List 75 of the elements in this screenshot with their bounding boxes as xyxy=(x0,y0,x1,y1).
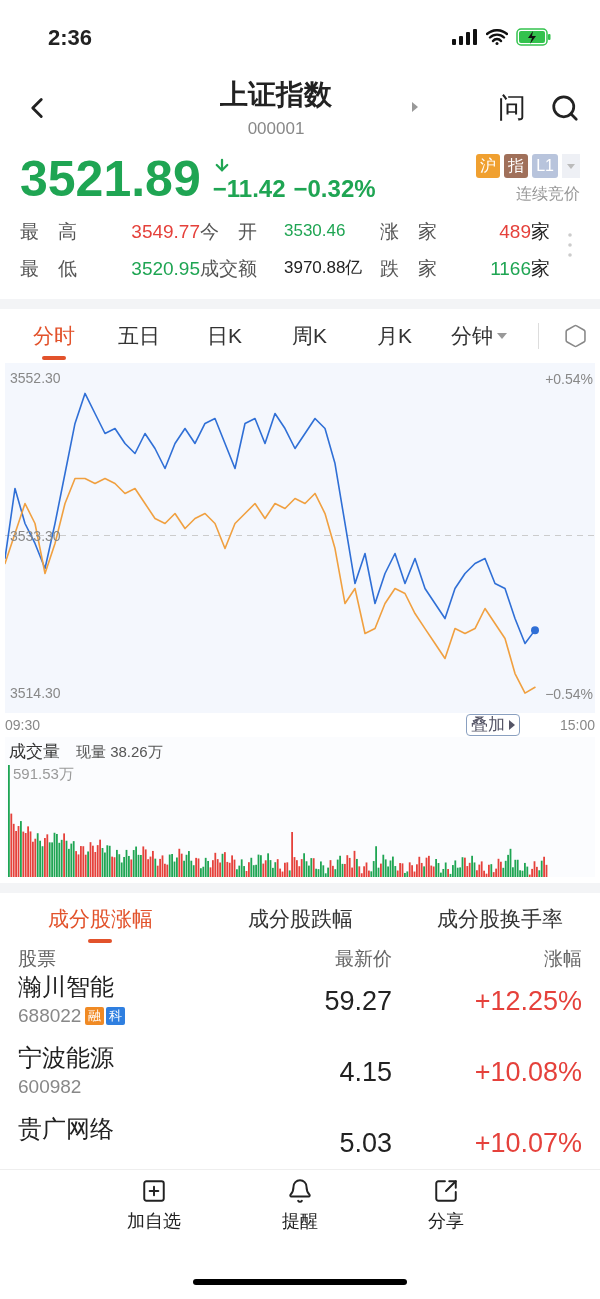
volume-title: 成交量 xyxy=(9,741,60,763)
stock-name[interactable]: 瀚川智能 xyxy=(18,971,252,1002)
stat-value: 3549.77 xyxy=(131,220,200,244)
bottom-bar-label[interactable]: 分享 xyxy=(428,1208,464,1235)
price-change: −11.42 xyxy=(212,174,286,204)
change-percent: +10.08% xyxy=(473,1055,582,1089)
stat-value: 3530.46 xyxy=(284,220,346,242)
column-header: 股票 xyxy=(18,947,57,971)
market-tag: 沪 xyxy=(476,154,501,178)
stat-unit: 家 xyxy=(531,256,550,281)
index-code: 000001 xyxy=(247,118,305,141)
max-volume-label: 591.53万 xyxy=(13,764,74,784)
period-tab[interactable]: 月K xyxy=(351,309,437,363)
stat-value: 3520.95 xyxy=(131,256,200,281)
period-tab[interactable]: 分钟 xyxy=(436,309,522,363)
current-price: 3521.89 xyxy=(20,154,201,204)
next-arrow-icon[interactable] xyxy=(412,102,418,112)
stat-label: 今 开 xyxy=(200,220,258,244)
stat-label: 成交额 xyxy=(200,256,258,281)
percent-axis-label: +0.54% xyxy=(545,370,593,389)
current-point xyxy=(531,626,539,635)
stat-value: 489 xyxy=(499,220,531,244)
stock-tag: 科 xyxy=(106,1006,126,1025)
stat-label: 最 低 xyxy=(20,256,78,281)
stock-code: 600982 xyxy=(18,1074,82,1099)
stat-unit: 家 xyxy=(531,220,550,244)
period-tab[interactable]: 五日 xyxy=(97,309,182,363)
battery-charging-icon xyxy=(516,28,552,46)
y-axis-label: 3552.30 xyxy=(9,368,62,387)
latest-price: 4.15 xyxy=(338,1055,392,1089)
change-percent: +12.25% xyxy=(473,984,582,1018)
signal-icon xyxy=(452,29,478,45)
bottom-bar-label[interactable]: 加自选 xyxy=(127,1208,181,1235)
end-time: 15:00 xyxy=(559,715,595,735)
share-icon[interactable] xyxy=(433,1178,459,1204)
list-tab[interactable]: 成分股跌幅 xyxy=(200,893,400,945)
list-tab[interactable]: 成分股换手率 xyxy=(400,893,600,945)
stock-code: 688022 xyxy=(18,1003,82,1028)
column-header: 涨幅 xyxy=(543,947,582,971)
ask-button[interactable]: 问 xyxy=(498,87,526,129)
overlay-button[interactable]: 叠加 xyxy=(465,714,520,736)
page-title: 上证指数 xyxy=(220,78,332,113)
status-time: 2:36 xyxy=(48,23,93,52)
change-percent: +10.07% xyxy=(473,1126,582,1160)
add-square-icon[interactable] xyxy=(141,1178,167,1204)
current-volume: 现量 38.26万 xyxy=(76,741,163,762)
y-axis-label: 3514.30 xyxy=(9,684,62,703)
bell-icon[interactable] xyxy=(287,1178,313,1204)
column-header: 最新价 xyxy=(334,947,392,971)
wifi-icon xyxy=(486,29,508,45)
caret-icon xyxy=(497,333,508,339)
stat-label: 涨 家 xyxy=(380,220,438,244)
settings-icon[interactable] xyxy=(562,323,588,349)
search-icon[interactable] xyxy=(550,93,580,123)
latest-price: 5.03 xyxy=(338,1126,392,1160)
period-tab[interactable]: 周K xyxy=(266,309,352,363)
trading-status: 连续竞价 xyxy=(516,184,580,204)
percent-axis-label: −0.54% xyxy=(545,685,593,704)
period-tab[interactable]: 分时 xyxy=(12,309,97,363)
start-time: 09:30 xyxy=(5,715,41,735)
market-tag: L1 xyxy=(532,154,558,178)
stock-tag: 融 xyxy=(85,1006,105,1025)
latest-price: 59.27 xyxy=(323,984,392,1018)
stat-label: 最 高 xyxy=(20,220,78,244)
stat-value: 1166 xyxy=(490,256,531,281)
list-tab[interactable]: 成分股涨幅 xyxy=(0,893,200,945)
period-tab[interactable]: 日K xyxy=(181,309,267,363)
bottom-bar-label[interactable]: 提醒 xyxy=(282,1208,318,1235)
market-tag: 指 xyxy=(504,154,529,178)
stat-label: 跌 家 xyxy=(380,256,438,281)
stock-name[interactable]: 贵广网络 xyxy=(18,1113,252,1144)
stock-name[interactable]: 宁波能源 xyxy=(18,1042,252,1073)
caret-icon xyxy=(508,720,515,730)
stat-value: 3970.88亿 xyxy=(284,256,363,279)
percent-change: −0.32% xyxy=(293,174,376,204)
